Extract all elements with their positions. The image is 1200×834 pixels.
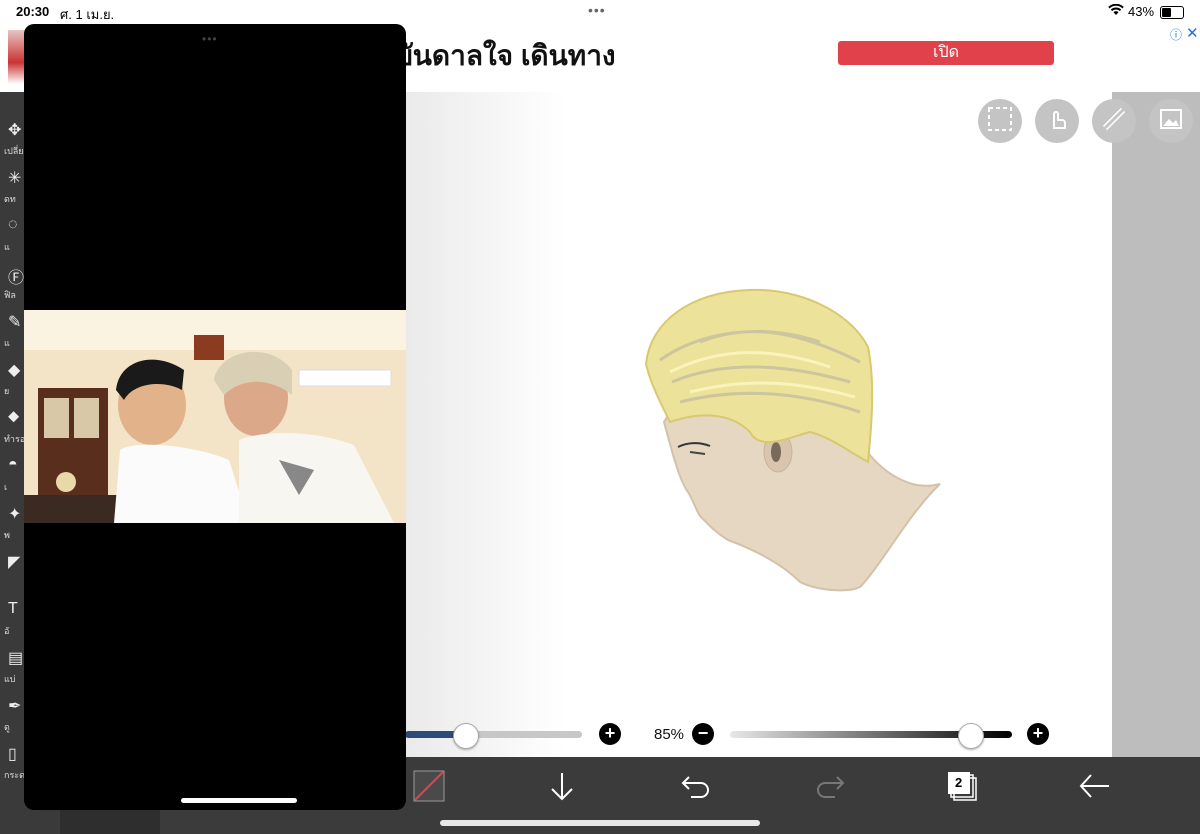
window-home-indicator[interactable] — [181, 798, 297, 803]
sidebar-tool-label: ฟิล — [4, 290, 16, 300]
sidebar-tool-label: อั — [4, 626, 10, 636]
layers-count: 2 — [955, 775, 963, 790]
text-icon[interactable]: T — [8, 600, 18, 618]
home-indicator[interactable] — [440, 820, 760, 826]
touch-tool-button[interactable] — [1035, 99, 1079, 143]
touch-icon — [1044, 106, 1070, 137]
frame-icon[interactable]: ▤ — [8, 648, 23, 668]
sidebar-tool-label: พ — [4, 530, 10, 540]
bucket-icon[interactable]: ◓ — [8, 456, 18, 474]
selection-tool-button[interactable] — [978, 99, 1022, 143]
magic-wand-icon[interactable]: ✳ — [8, 168, 21, 188]
ad-headline: บันดาลใจ เดินทาง — [395, 40, 616, 71]
status-date: ศ. 1 เม.ย. — [60, 7, 115, 22]
battery-icon — [1160, 6, 1184, 19]
ruler-icon — [1101, 106, 1127, 137]
ruler-tool-button[interactable] — [1092, 99, 1136, 143]
opacity-minus-button[interactable]: − — [692, 723, 714, 745]
blur-icon[interactable]: ⬥ — [8, 408, 19, 426]
ad-open-button[interactable]: เปิด — [838, 41, 1054, 65]
opacity-plus-button[interactable]: + — [1027, 723, 1049, 745]
sidebar-tool-label: แบ่ — [4, 674, 16, 684]
ad-close-icon[interactable]: ✕ — [1186, 24, 1199, 42]
sidebar-tool-label: กระด — [4, 770, 25, 780]
sidebar-tool-label: ทำรอ — [4, 434, 26, 444]
multitask-dots-icon[interactable]: ••• — [588, 2, 606, 18]
size-plus-button[interactable]: + — [599, 723, 621, 745]
lasso-icon[interactable]: ◌ — [8, 216, 18, 234]
brush-icon[interactable]: ✎ — [8, 312, 21, 332]
opacity-value: 85% — [654, 726, 685, 743]
battery-percent: 43% — [1128, 4, 1155, 19]
sidebar-tool-label: ดท — [4, 194, 16, 204]
brush-size-knob[interactable] — [453, 723, 480, 749]
color-swatch-icon[interactable] — [413, 770, 445, 807]
status-time: 20:30 — [16, 4, 50, 19]
image-icon — [1158, 106, 1184, 137]
floating-video-window[interactable]: ••• — [24, 24, 406, 810]
fill-icon[interactable]: ◤ — [8, 552, 20, 572]
sidebar-tool-label: แ — [4, 242, 10, 252]
sidebar-tool-label: ย — [4, 386, 10, 396]
sidebar-tool-label: เ — [4, 482, 8, 492]
sidebar-tool-label: เปลี่ย — [4, 146, 24, 156]
eraser-icon[interactable]: ◆ — [8, 360, 20, 380]
sidebar-tool-label: แ — [4, 338, 10, 348]
status-bar: 20:30 ศ. 1 เม.ย. ••• 43% — [0, 0, 1200, 24]
sidebar-tool-label: ดู — [4, 722, 10, 732]
redo-icon[interactable] — [815, 773, 845, 804]
video-frame — [24, 310, 406, 523]
download-icon[interactable] — [548, 771, 576, 808]
sparkle-icon[interactable]: ✦ — [8, 504, 21, 524]
wifi-icon — [1108, 3, 1124, 19]
image-tool-button[interactable] — [1149, 99, 1193, 143]
layers-icon[interactable]: 2 — [947, 771, 979, 808]
opacity-knob[interactable] — [957, 723, 984, 749]
window-handle-icon[interactable]: ••• — [202, 32, 218, 46]
move-icon[interactable]: ✥ — [8, 120, 21, 140]
ad-info-icon[interactable]: ⓘ — [1170, 26, 1182, 43]
right-gutter — [1112, 92, 1200, 757]
eyedropper-icon[interactable]: ✒ — [8, 696, 21, 716]
selection-icon — [987, 106, 1013, 137]
back-arrow-icon[interactable] — [1079, 773, 1111, 804]
canvas-icon[interactable]: ▯ — [8, 744, 17, 764]
undo-icon[interactable] — [681, 773, 711, 804]
filter-icon[interactable]: Ⓕ — [8, 264, 24, 288]
